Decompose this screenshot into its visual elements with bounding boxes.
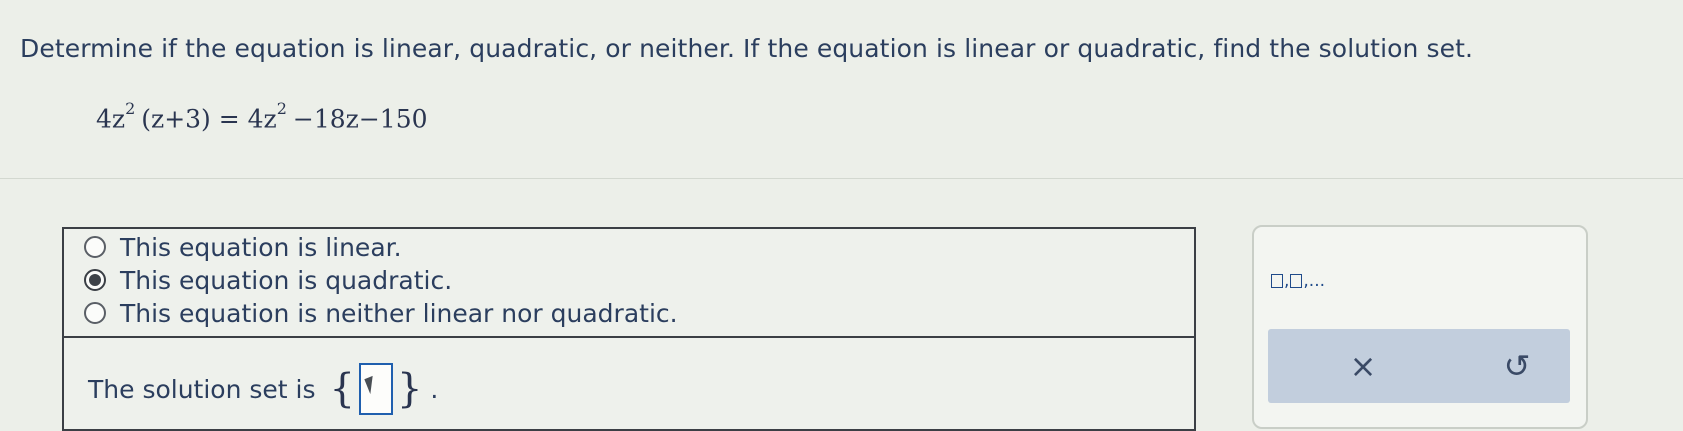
solution-period: . [430, 374, 439, 404]
close-brace: } [396, 366, 423, 412]
solution-label: The solution set is [88, 374, 316, 404]
option-quadratic-label: This equation is quadratic. [120, 265, 453, 295]
question-prompt: Determine if the equation is linear, qua… [20, 34, 1474, 63]
solution-input[interactable] [358, 363, 393, 415]
template-box-icon [1271, 274, 1283, 288]
equation-lhs-coef: 4z [96, 104, 126, 134]
undo-button[interactable]: ↺ [1492, 341, 1542, 391]
math-palette: ,,... × ↺ [1252, 225, 1588, 429]
template-box-icon [1290, 274, 1303, 288]
option-quadratic[interactable]: This equation is quadratic. [84, 265, 452, 295]
option-linear-label: This equation is linear. [120, 232, 402, 262]
mouse-cursor-icon [364, 375, 379, 395]
equation: 4z2 (z+3) = 4z2 −18z−150 [96, 99, 428, 134]
equation-rhs-coef: 4z [247, 104, 277, 134]
close-icon: × [1349, 347, 1377, 385]
option-neither-label: This equation is neither linear nor quad… [120, 298, 678, 328]
radio-neither[interactable] [84, 302, 106, 324]
equation-rhs-rest: −18z−150 [292, 104, 428, 134]
equation-lhs-exponent: 2 [125, 99, 136, 118]
solution-set: { } [329, 363, 423, 415]
option-neither[interactable]: This equation is neither linear nor quad… [84, 298, 678, 328]
radio-quadratic[interactable] [84, 269, 106, 291]
equation-equals: = [218, 104, 240, 134]
clear-button[interactable]: × [1338, 341, 1388, 391]
option-linear[interactable]: This equation is linear. [84, 232, 402, 262]
palette-actions: × ↺ [1268, 329, 1570, 403]
answer-box: This equation is linear. This equation i… [62, 227, 1196, 431]
undo-icon: ↺ [1503, 347, 1531, 385]
radio-linear[interactable] [84, 236, 106, 258]
template-suffix: ,... [1303, 271, 1326, 291]
options-group: This equation is linear. This equation i… [64, 229, 1194, 338]
section-divider [0, 178, 1683, 179]
solution-row: The solution set is { } . [88, 359, 438, 419]
equation-lhs-paren: (z+3) [141, 104, 211, 134]
equation-rhs-exponent: 2 [276, 99, 287, 118]
list-template-button[interactable]: ,,... [1270, 271, 1325, 291]
open-brace: { [329, 366, 355, 412]
